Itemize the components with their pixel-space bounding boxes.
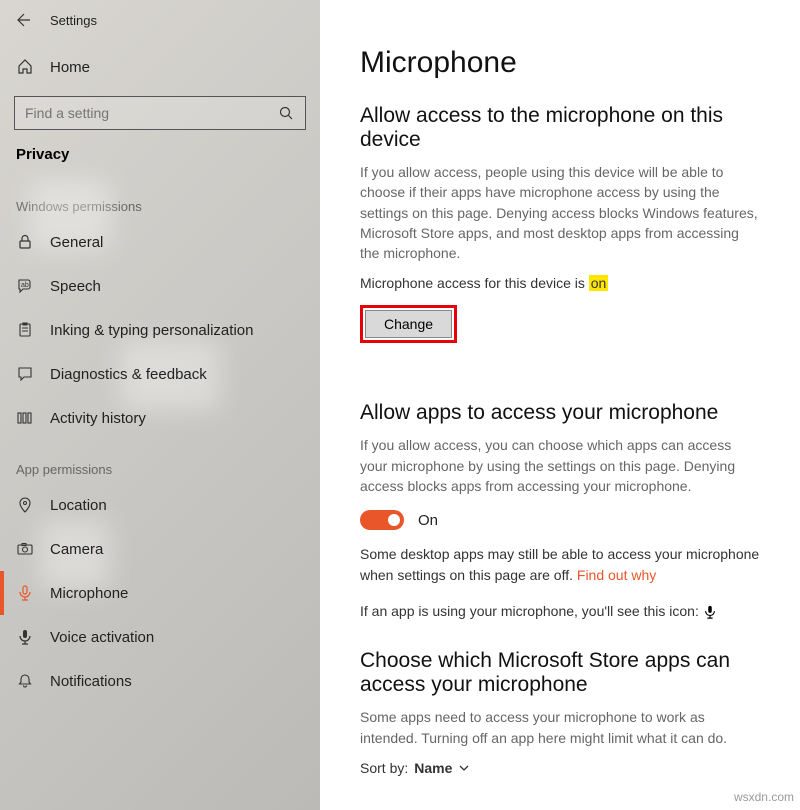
mic-in-use-note: If an app is using your microphone, you'… bbox=[360, 601, 760, 621]
nav-label: Notifications bbox=[50, 673, 132, 690]
nav-label: Voice activation bbox=[50, 629, 154, 646]
nav-label: Speech bbox=[50, 278, 101, 295]
clipboard-icon bbox=[16, 322, 34, 338]
section-app-access: Allow apps to access your microphone If … bbox=[360, 401, 760, 621]
nav-label: Camera bbox=[50, 541, 103, 558]
status-value: on bbox=[589, 275, 609, 291]
section-heading: Choose which Microsoft Store apps can ac… bbox=[360, 649, 760, 697]
section-heading: Allow access to the microphone on this d… bbox=[360, 104, 760, 152]
nav-label: Location bbox=[50, 497, 107, 514]
home-icon bbox=[16, 58, 34, 76]
nav-inking[interactable]: Inking & typing personalization bbox=[0, 308, 320, 352]
nav-diagnostics[interactable]: Diagnostics & feedback bbox=[0, 352, 320, 396]
nav-activity[interactable]: Activity history bbox=[0, 396, 320, 440]
toggle-row: On bbox=[360, 510, 760, 530]
category-header: Privacy bbox=[0, 142, 320, 177]
app-root: Settings Home Privacy Windows permission… bbox=[0, 0, 800, 810]
section-store-apps: Choose which Microsoft Store apps can ac… bbox=[360, 649, 760, 776]
nav-label: Inking & typing personalization bbox=[50, 322, 253, 339]
sort-prefix: Sort by: bbox=[360, 760, 408, 776]
search-input[interactable] bbox=[25, 105, 279, 121]
search-box[interactable] bbox=[14, 96, 306, 130]
location-icon bbox=[16, 497, 34, 513]
search-icon bbox=[279, 106, 295, 120]
home-label: Home bbox=[50, 59, 90, 76]
home-nav[interactable]: Home bbox=[0, 44, 320, 90]
nav-camera[interactable]: Camera bbox=[0, 527, 320, 571]
nav-location[interactable]: Location bbox=[0, 483, 320, 527]
bell-icon bbox=[16, 673, 34, 689]
desktop-apps-note: Some desktop apps may still be able to a… bbox=[360, 544, 760, 585]
find-out-why-link[interactable]: Find out why bbox=[577, 567, 656, 583]
nav-label: General bbox=[50, 234, 103, 251]
section-heading: Allow apps to access your microphone bbox=[360, 401, 760, 425]
nav-label: Activity history bbox=[50, 410, 146, 427]
speech-icon: ab bbox=[16, 278, 34, 294]
lock-icon bbox=[16, 234, 34, 250]
toggle-label: On bbox=[418, 512, 438, 529]
back-arrow-icon bbox=[16, 12, 32, 28]
page-title: Microphone bbox=[360, 46, 760, 80]
app-access-toggle[interactable] bbox=[360, 510, 404, 530]
watermark: wsxdn.com bbox=[734, 790, 794, 804]
device-status: Microphone access for this device is on bbox=[360, 275, 760, 291]
activity-icon bbox=[16, 410, 34, 426]
sort-by-dropdown[interactable]: Sort by: Name bbox=[360, 760, 760, 776]
change-button[interactable]: Change bbox=[365, 310, 452, 338]
section-description: If you allow access, people using this d… bbox=[360, 162, 760, 263]
app-title: Settings bbox=[50, 13, 97, 28]
nav-label: Microphone bbox=[50, 585, 128, 602]
sort-value: Name bbox=[414, 760, 452, 776]
status-prefix: Microphone access for this device is bbox=[360, 275, 589, 291]
nav-general[interactable]: General bbox=[0, 220, 320, 264]
group-app-permissions: App permissions bbox=[0, 440, 320, 483]
nav-label: Diagnostics & feedback bbox=[50, 366, 207, 383]
nav-microphone[interactable]: Microphone bbox=[0, 571, 320, 615]
nav-notifications[interactable]: Notifications bbox=[0, 659, 320, 703]
voice-icon bbox=[16, 629, 34, 645]
section-description: Some apps need to access your microphone… bbox=[360, 707, 760, 748]
back-button[interactable] bbox=[16, 12, 32, 28]
sidebar: Settings Home Privacy Windows permission… bbox=[0, 0, 320, 810]
nav-speech[interactable]: ab Speech bbox=[0, 264, 320, 308]
main-content: Microphone Allow access to the microphon… bbox=[320, 0, 800, 810]
search-container bbox=[0, 90, 320, 142]
camera-icon bbox=[16, 541, 34, 557]
microphone-indicator-icon bbox=[703, 605, 717, 619]
title-bar: Settings bbox=[0, 12, 320, 44]
nav-voice-activation[interactable]: Voice activation bbox=[0, 615, 320, 659]
svg-text:ab: ab bbox=[21, 282, 29, 289]
feedback-icon bbox=[16, 366, 34, 382]
change-button-highlight: Change bbox=[360, 305, 457, 343]
section-description: If you allow access, you can choose whic… bbox=[360, 435, 760, 496]
chevron-down-icon bbox=[458, 762, 470, 774]
section-device-access: Allow access to the microphone on this d… bbox=[360, 104, 760, 373]
microphone-icon bbox=[16, 585, 34, 601]
